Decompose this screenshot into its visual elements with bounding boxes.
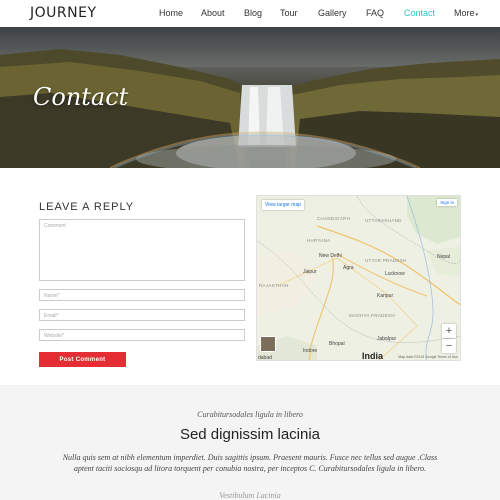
- comment-textarea[interactable]: Comment: [39, 219, 245, 281]
- chevron-down-icon: ▾: [475, 12, 479, 18]
- map-label-lucknow: Lucknow: [385, 271, 405, 277]
- map-label-jabalpur: Jabalpur: [377, 336, 397, 342]
- map-label-kanpur: Kanpur: [377, 293, 394, 299]
- name-placeholder: Name*: [44, 293, 60, 299]
- site-header: JOURNEY Home About Blog Tour Gallery FAQ…: [0, 0, 500, 27]
- map-label-uttarakhand: UTTARAKHAND: [365, 218, 402, 223]
- section-title: Sed dignissim lacinia: [179, 426, 321, 443]
- map-label-dabad: dabad: [258, 355, 272, 361]
- map-label-uttar-pradesh: UTTAR PRADESH: [365, 258, 407, 263]
- map-label-nepal: Nepal: [437, 254, 451, 260]
- hero-banner: Contact: [0, 27, 500, 168]
- nav-gallery[interactable]: Gallery: [318, 8, 347, 18]
- site-logo[interactable]: JOURNEY: [30, 5, 97, 21]
- post-comment-button[interactable]: Post Comment: [39, 352, 126, 367]
- map-label-agra: Agra: [343, 265, 354, 271]
- nav-faq[interactable]: FAQ: [366, 8, 384, 18]
- website-field[interactable]: Website*: [39, 329, 245, 341]
- nav-more-label: More: [454, 8, 475, 18]
- view-larger-map-link[interactable]: View larger map: [262, 200, 305, 210]
- nav-home[interactable]: Home: [159, 8, 183, 18]
- section-footer-text: Vestibulum Lacinia: [219, 491, 281, 500]
- map-label-rajasthan: RAJASTHAN: [259, 283, 289, 288]
- map-label-india: India: [362, 351, 384, 361]
- map-attribution[interactable]: Map data ©2019 Google Terms of Use: [398, 355, 458, 359]
- map-sign-in-button[interactable]: Sign in: [437, 199, 457, 206]
- website-placeholder: Website*: [44, 333, 64, 339]
- nav-about[interactable]: About: [201, 8, 225, 18]
- map-label-indore: Indore: [303, 348, 318, 354]
- map-label-chandigarh: CHANDIGARH: [317, 216, 351, 221]
- email-field[interactable]: Email*: [39, 309, 245, 321]
- nav-contact[interactable]: Contact: [404, 8, 435, 18]
- comment-placeholder: Comment: [44, 223, 66, 229]
- email-placeholder: Email*: [44, 313, 59, 319]
- map-zoom-in-button[interactable]: +: [442, 324, 456, 338]
- map-label-haryana: HARYANA: [307, 238, 331, 243]
- nav-blog[interactable]: Blog: [244, 8, 262, 18]
- map-terrain: [257, 196, 460, 360]
- google-map[interactable]: View larger map Sign in CHANDIGARH UTTAR…: [256, 195, 461, 361]
- map-label-new-delhi: New Delhi: [319, 253, 342, 259]
- section-text: Nulla quis sem at nibh elementum imperdi…: [62, 453, 438, 473]
- map-label-bhopal: Bhopal: [329, 341, 345, 347]
- map-label-madhya-pradesh: MADHYA PRADESH: [349, 313, 395, 318]
- map-zoom-out-button[interactable]: −: [442, 339, 456, 353]
- map-satellite-thumbnail[interactable]: [260, 336, 276, 352]
- map-label-jaipur: Jaipur: [303, 269, 317, 275]
- reply-heading: LEAVE A REPLY: [39, 201, 135, 213]
- name-field[interactable]: Name*: [39, 289, 245, 301]
- section-subtitle: Curabitursodales ligula in libero: [197, 410, 303, 419]
- nav-more[interactable]: More▾: [454, 8, 478, 18]
- page-title: Contact: [33, 83, 129, 111]
- nav-tour[interactable]: Tour: [280, 8, 298, 18]
